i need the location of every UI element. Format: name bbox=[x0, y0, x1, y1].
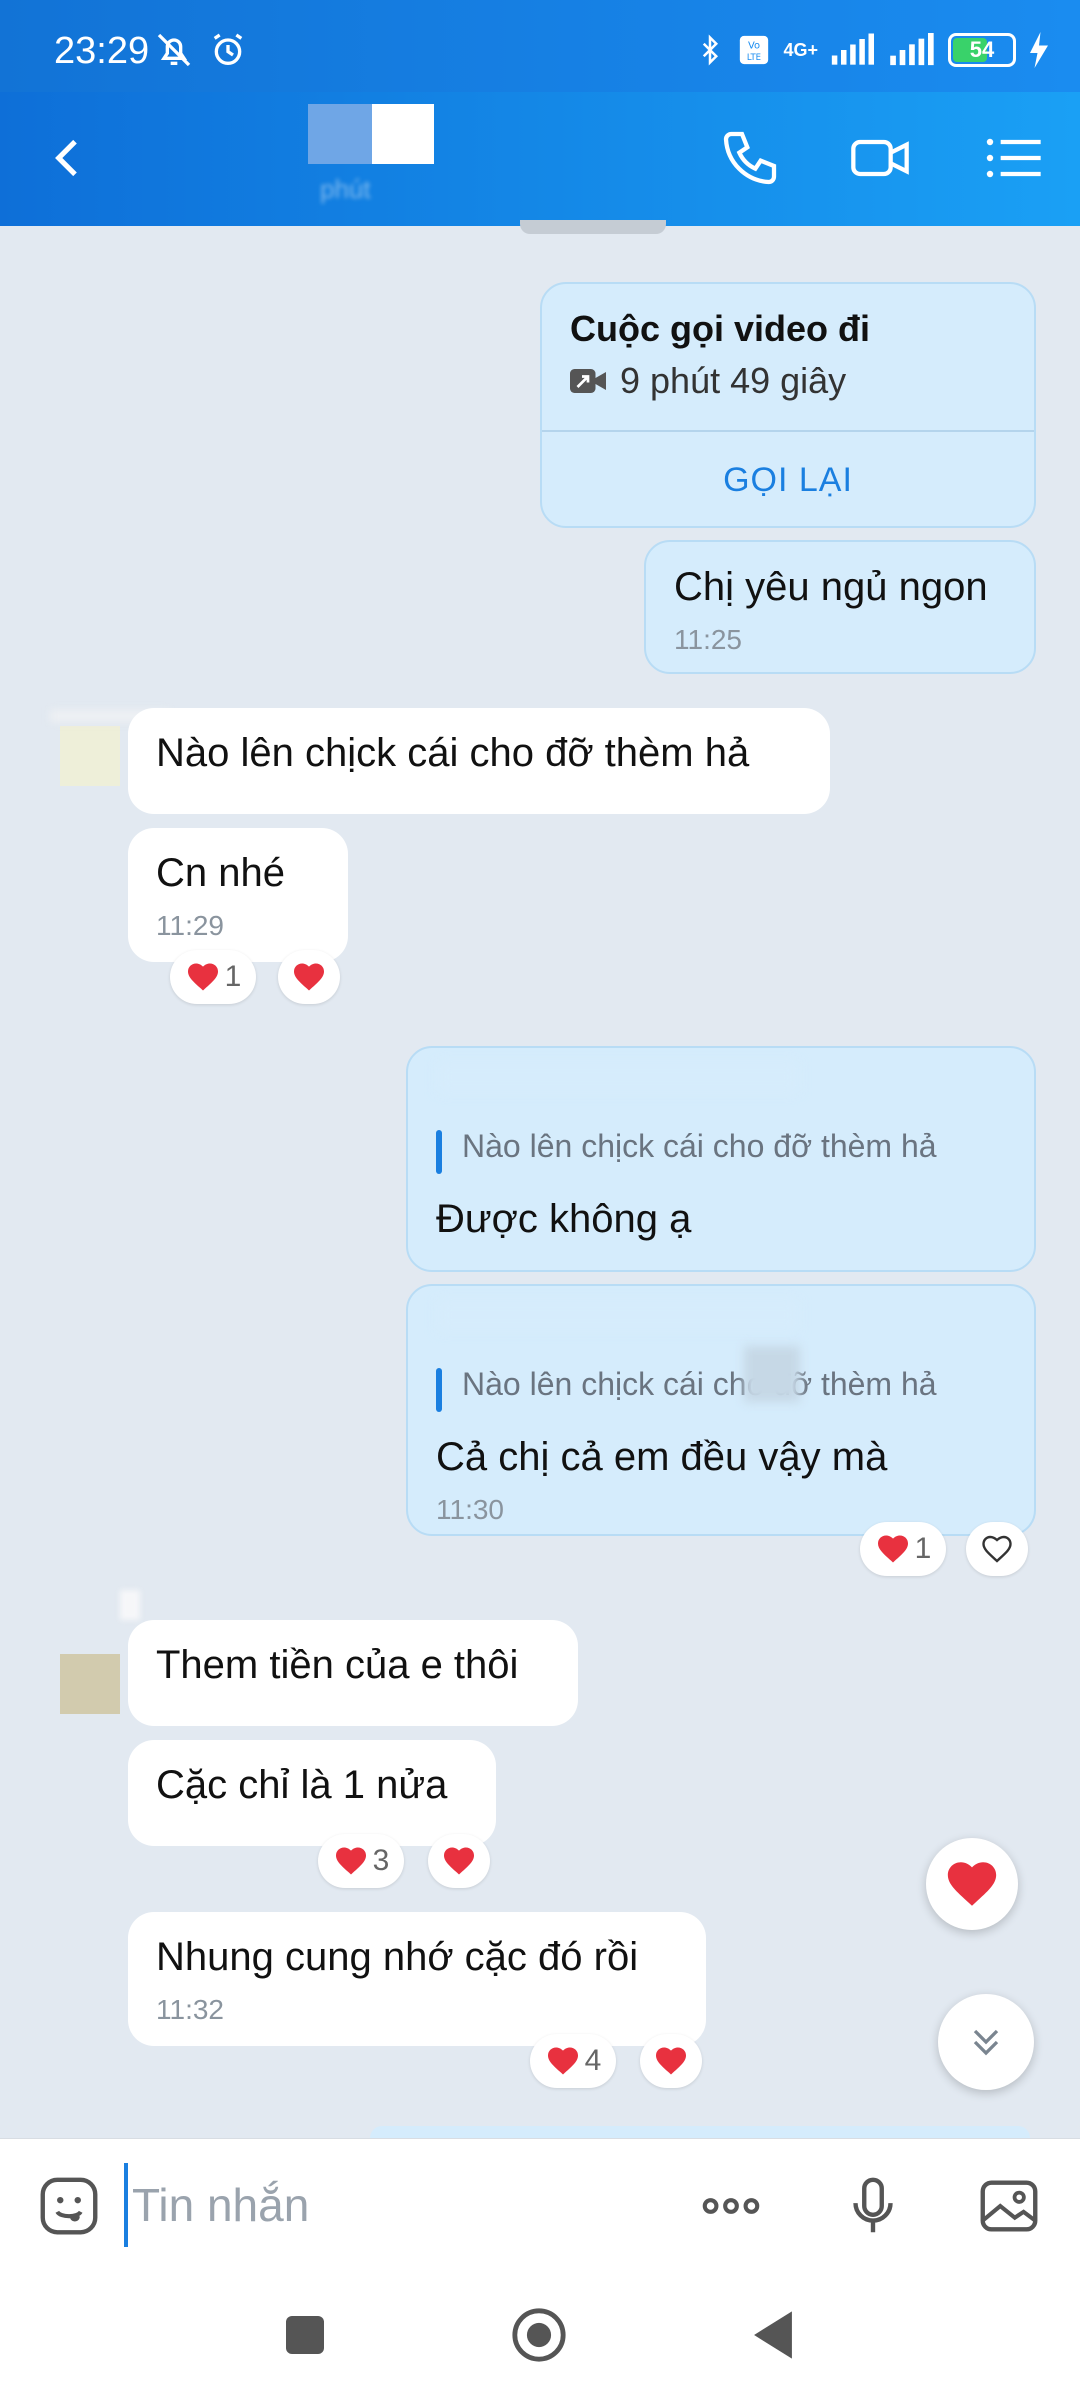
message-bubble-sent[interactable]: Nào lên chịck cái cho đỡ thèm hả Cả chị … bbox=[406, 1284, 1036, 1536]
chat-header: phút bbox=[0, 92, 1080, 226]
heart-icon bbox=[547, 2047, 578, 2075]
more-dots-icon[interactable] bbox=[696, 2171, 766, 2241]
contact-name[interactable] bbox=[308, 104, 438, 164]
heart-icon bbox=[294, 963, 324, 991]
avatar[interactable] bbox=[60, 1654, 120, 1714]
message-text: Cn nhé bbox=[156, 851, 285, 895]
reply-quote[interactable]: Nào lên chịck cái cho đỡ thèm hả bbox=[436, 1128, 1006, 1174]
signal-icon bbox=[831, 33, 874, 65]
reaction-count: 1 bbox=[914, 1532, 932, 1565]
back-nav-button[interactable] bbox=[738, 2300, 808, 2370]
message-bubble-received[interactable]: Cn nhé 11:29 bbox=[128, 828, 348, 962]
message-bubble-received[interactable]: Nào lên chịck cái cho đỡ thèm hả bbox=[128, 708, 830, 814]
quick-heart-button[interactable] bbox=[926, 1838, 1018, 1930]
react-button[interactable] bbox=[428, 1834, 490, 1888]
back-arrow-icon[interactable] bbox=[40, 130, 96, 186]
reaction-count: 4 bbox=[584, 2044, 602, 2077]
message-text: Nhung cung nhớ cặc đó rồi bbox=[156, 1935, 639, 1979]
message-bubble-sent[interactable]: Nào lên chịck cái cho đỡ thèm hả Được kh… bbox=[406, 1046, 1036, 1272]
message-text: Cả chị cả em đều vậy mà bbox=[436, 1435, 888, 1479]
system-nav-bar bbox=[0, 2270, 1080, 2400]
message-bubble-received[interactable]: Nhung cung nhớ cặc đó rồi 11:32 bbox=[128, 1912, 706, 2046]
heart-icon bbox=[877, 1535, 908, 1563]
avatar[interactable] bbox=[60, 726, 120, 786]
heart-icon bbox=[335, 1847, 366, 1875]
message-bubble-sent[interactable]: Chị yêu ngủ ngon 11:25 bbox=[644, 540, 1036, 674]
react-button[interactable] bbox=[966, 1522, 1028, 1576]
message-bubble-received[interactable]: Them tiền của e thôi bbox=[128, 1620, 578, 1726]
message-time: 11:25 bbox=[674, 624, 742, 655]
heart-icon bbox=[187, 963, 218, 991]
sticker-blur bbox=[744, 1346, 800, 1402]
alarm-icon bbox=[213, 33, 243, 65]
reply-bar bbox=[436, 1368, 442, 1412]
avatar-blur-edge bbox=[120, 1590, 140, 1620]
microphone-icon[interactable] bbox=[838, 2171, 908, 2241]
avatar-blur-left bbox=[308, 104, 372, 164]
menu-list-icon[interactable] bbox=[982, 126, 1046, 190]
previous-message-edge bbox=[520, 220, 666, 234]
reaction-count: 3 bbox=[372, 1844, 390, 1877]
bell-off-icon bbox=[157, 33, 191, 67]
message-time: 11:29 bbox=[156, 910, 224, 941]
quoted-sender-blur bbox=[438, 1062, 798, 1092]
battery-icon: 54 bbox=[948, 33, 1016, 67]
video-camera-icon[interactable] bbox=[848, 126, 912, 190]
reply-quote[interactable]: Nào lên chịck cái cho đỡ thèm hả bbox=[436, 1366, 1006, 1412]
reaction-summary[interactable]: 1 bbox=[170, 950, 256, 1004]
reaction-summary[interactable]: 3 bbox=[318, 1834, 404, 1888]
home-circle-icon bbox=[512, 2308, 566, 2362]
heart-icon bbox=[444, 1847, 474, 1875]
square-icon bbox=[286, 2316, 324, 2354]
svg-text:LTE: LTE bbox=[747, 53, 761, 63]
volte-icon: VoLTE bbox=[740, 35, 769, 65]
reaction-summary[interactable]: 4 bbox=[530, 2034, 616, 2088]
reply-bar bbox=[436, 1130, 442, 1174]
quoted-sender-blur bbox=[438, 1300, 798, 1330]
message-text: Them tiền của e thôi bbox=[156, 1643, 519, 1687]
video-call-card: Cuộc gọi video đi 9 phút 49 giây GỌI LẠI bbox=[540, 282, 1036, 528]
message-input-bar bbox=[0, 2138, 1080, 2270]
message-text: Nào lên chịck cái cho đỡ thèm hả bbox=[156, 731, 750, 775]
message-text: Chị yêu ngủ ngon bbox=[674, 565, 988, 609]
next-message-edge bbox=[370, 2126, 1030, 2138]
avatar-blur-right bbox=[372, 104, 434, 164]
reaction-count: 1 bbox=[224, 960, 242, 993]
recents-button[interactable] bbox=[270, 2300, 340, 2370]
status-time: 23:29 bbox=[54, 30, 150, 72]
outgoing-video-icon bbox=[570, 369, 606, 393]
battery-level: 54 bbox=[969, 37, 995, 62]
message-text: Cặc chỉ là 1 nửa bbox=[156, 1763, 448, 1807]
quoted-text: Nào lên chịck cái cho đỡ thèm hả bbox=[462, 1128, 937, 1164]
heart-icon bbox=[947, 1862, 997, 1906]
scroll-down-button[interactable] bbox=[938, 1994, 1034, 2090]
contact-status: phút bbox=[320, 174, 371, 204]
image-icon[interactable] bbox=[974, 2171, 1044, 2241]
react-button[interactable] bbox=[278, 950, 340, 1004]
call-duration: 9 phút 49 giây bbox=[620, 360, 847, 401]
reaction-summary[interactable]: 1 bbox=[860, 1522, 946, 1576]
sticker-icon[interactable] bbox=[34, 2171, 104, 2241]
charging-icon bbox=[1030, 32, 1048, 68]
status-bar: 23:29 Vo LTE 4G+ 54 bbox=[0, 0, 1080, 92]
call-again-button[interactable]: GỌI LẠI bbox=[542, 430, 1034, 526]
bluetooth-icon bbox=[703, 34, 719, 66]
message-time: 11:32 bbox=[156, 1994, 224, 2025]
network-type: 4G+ bbox=[783, 39, 818, 60]
message-bubble-received[interactable]: Cặc chỉ là 1 nửa bbox=[128, 1740, 496, 1846]
react-button[interactable] bbox=[640, 2034, 702, 2088]
signal-icon-2 bbox=[890, 33, 934, 66]
svg-text:Vo: Vo bbox=[748, 41, 760, 52]
back-triangle-icon bbox=[754, 2311, 792, 2359]
message-text: Được không ạ bbox=[436, 1197, 692, 1241]
double-chevron-down-icon bbox=[973, 2029, 999, 2056]
heart-icon bbox=[656, 2047, 686, 2075]
message-input[interactable] bbox=[124, 2163, 664, 2247]
heart-outline-icon bbox=[982, 1535, 1012, 1563]
quoted-text: Nào lên chịck cái cho đỡ thèm hả bbox=[462, 1366, 937, 1402]
phone-icon[interactable] bbox=[718, 126, 782, 190]
home-button[interactable] bbox=[504, 2300, 574, 2370]
call-title: Cuộc gọi video đi bbox=[570, 308, 871, 349]
